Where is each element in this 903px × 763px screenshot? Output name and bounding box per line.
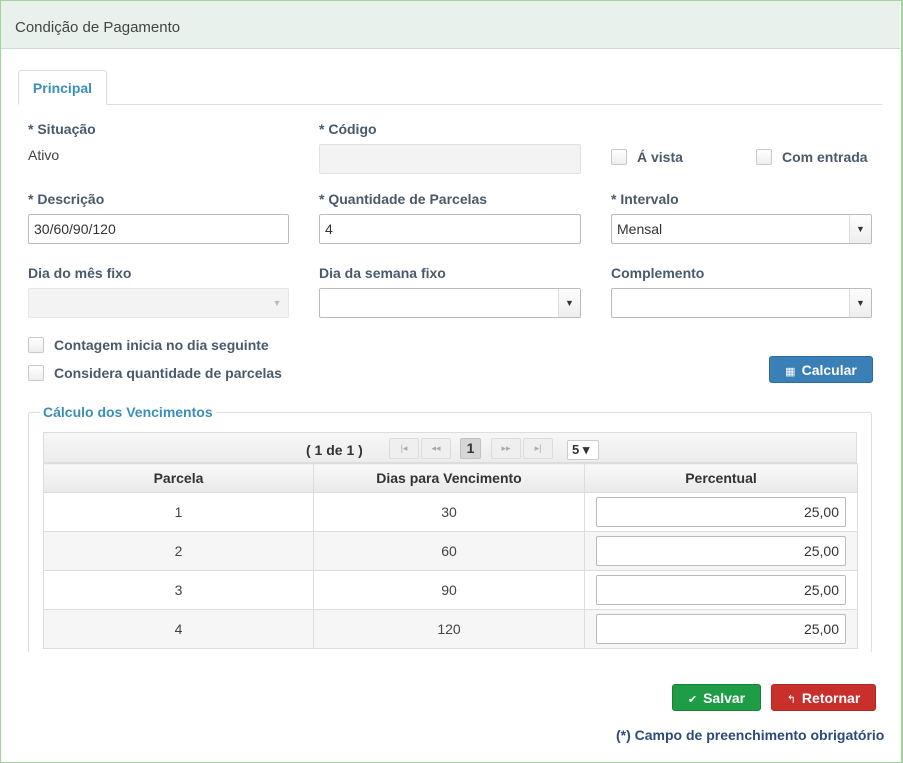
dias-cell: 30: [313, 492, 585, 532]
percentual-cell: 25,00: [584, 492, 858, 532]
parcela-cell: 3: [43, 570, 314, 610]
complemento-label: Complemento: [611, 265, 705, 281]
calcular-label: Calcular: [801, 362, 857, 378]
dialog-title: Condição de Pagamento: [1, 1, 900, 49]
contagem-dia-seguinte-checkbox[interactable]: [28, 337, 44, 353]
page-report: ( 1 de 1 ): [306, 442, 363, 458]
check-icon: ✔: [687, 694, 698, 706]
undo-arrow-icon: ↰: [786, 694, 796, 706]
chevron-down-icon: ▼: [272, 298, 282, 308]
first-page-button[interactable]: |◂: [389, 438, 419, 459]
contagem-dia-seguinte-label: Contagem inicia no dia seguinte: [54, 337, 269, 353]
tab-bar: Principal: [18, 70, 882, 105]
calculator-icon: ▦: [785, 366, 796, 378]
rows-per-page-select[interactable]: 5 ▾: [567, 440, 599, 460]
a-vista-checkbox[interactable]: [611, 149, 627, 165]
descricao-field[interactable]: 30/60/90/120: [28, 214, 289, 244]
dia-semana-fixo-select[interactable]: ▼: [319, 288, 581, 318]
percentual-cell: 25,00: [584, 531, 858, 571]
dia-mes-fixo-label: Dia do mês fixo: [28, 265, 132, 281]
considera-qtd-parcelas-label: Considera quantidade de parcelas: [54, 365, 282, 381]
salvar-button[interactable]: ✔ Salvar: [672, 684, 761, 711]
dia-mes-fixo-select[interactable]: ▼: [28, 288, 289, 318]
codigo-field[interactable]: [319, 144, 581, 174]
vencimentos-grid: ( 1 de 1 ) |◂ ◂◂ 1 ▸▸ ▸| 5 ▾ Parcela Dia…: [43, 432, 858, 649]
calcular-button[interactable]: ▦ Calcular: [769, 356, 873, 383]
percentual-cell: 25,00: [584, 609, 858, 649]
dias-cell: 120: [313, 609, 585, 649]
a-vista-label: Á vista: [637, 149, 683, 165]
intervalo-value: Mensal: [617, 221, 663, 237]
codigo-label: * Código: [319, 121, 377, 137]
situacao-label: * Situação: [28, 121, 96, 137]
required-field-note: (*) Campo de preenchimento obrigatório: [616, 727, 885, 743]
salvar-label: Salvar: [703, 690, 746, 706]
dia-semana-fixo-label: Dia da semana fixo: [319, 265, 446, 281]
retornar-label: Retornar: [801, 690, 861, 706]
dias-cell: 90: [313, 570, 585, 610]
table-header-row: Parcela Dias para Vencimento Percentual: [43, 463, 858, 493]
chevron-down-icon[interactable]: ▼: [558, 289, 580, 317]
table-row: 1 30 25,00: [43, 492, 858, 532]
vencimentos-table: Parcela Dias para Vencimento Percentual …: [43, 463, 858, 649]
column-header-parcela[interactable]: Parcela: [43, 463, 314, 493]
dias-cell: 60: [313, 531, 585, 571]
vencimentos-legend: Cálculo dos Vencimentos: [40, 404, 216, 420]
percentual-input[interactable]: 25,00: [596, 614, 846, 644]
table-row: 4 120 25,00: [43, 609, 858, 649]
considera-qtd-parcelas-checkbox[interactable]: [28, 365, 44, 381]
paginator: ( 1 de 1 ) |◂ ◂◂ 1 ▸▸ ▸| 5 ▾: [43, 432, 857, 463]
percentual-input[interactable]: 25,00: [596, 497, 846, 527]
intervalo-label: * Intervalo: [611, 191, 679, 207]
quantidade-parcelas-field[interactable]: 4: [319, 214, 581, 244]
parcela-cell: 4: [43, 609, 314, 649]
descricao-label: * Descrição: [28, 191, 105, 207]
retornar-button[interactable]: ↰ Retornar: [771, 684, 876, 711]
last-page-button[interactable]: ▸|: [523, 438, 553, 459]
quantidade-parcelas-label: * Quantidade de Parcelas: [319, 191, 488, 207]
percentual-cell: 25,00: [584, 570, 858, 610]
table-row: 2 60 25,00: [43, 531, 858, 571]
percentual-input[interactable]: 25,00: [596, 575, 846, 605]
com-entrada-checkbox[interactable]: [756, 149, 772, 165]
next-page-button[interactable]: ▸▸: [491, 438, 521, 459]
page-1-button[interactable]: 1: [460, 438, 481, 459]
chevron-down-icon[interactable]: ▼: [849, 289, 871, 317]
column-header-dias[interactable]: Dias para Vencimento: [313, 463, 585, 493]
prev-page-button[interactable]: ◂◂: [421, 438, 451, 459]
tab-principal[interactable]: Principal: [18, 70, 107, 105]
percentual-input[interactable]: 25,00: [596, 536, 846, 566]
com-entrada-label: Com entrada: [782, 149, 868, 165]
intervalo-select[interactable]: Mensal ▼: [611, 214, 872, 244]
parcela-cell: 1: [43, 492, 314, 532]
table-row: 3 90 25,00: [43, 570, 858, 610]
situacao-value: Ativo: [28, 147, 60, 163]
column-header-percentual[interactable]: Percentual: [584, 463, 858, 493]
parcela-cell: 2: [43, 531, 314, 571]
complemento-select[interactable]: ▼: [611, 288, 872, 318]
chevron-down-icon[interactable]: ▼: [849, 215, 871, 243]
